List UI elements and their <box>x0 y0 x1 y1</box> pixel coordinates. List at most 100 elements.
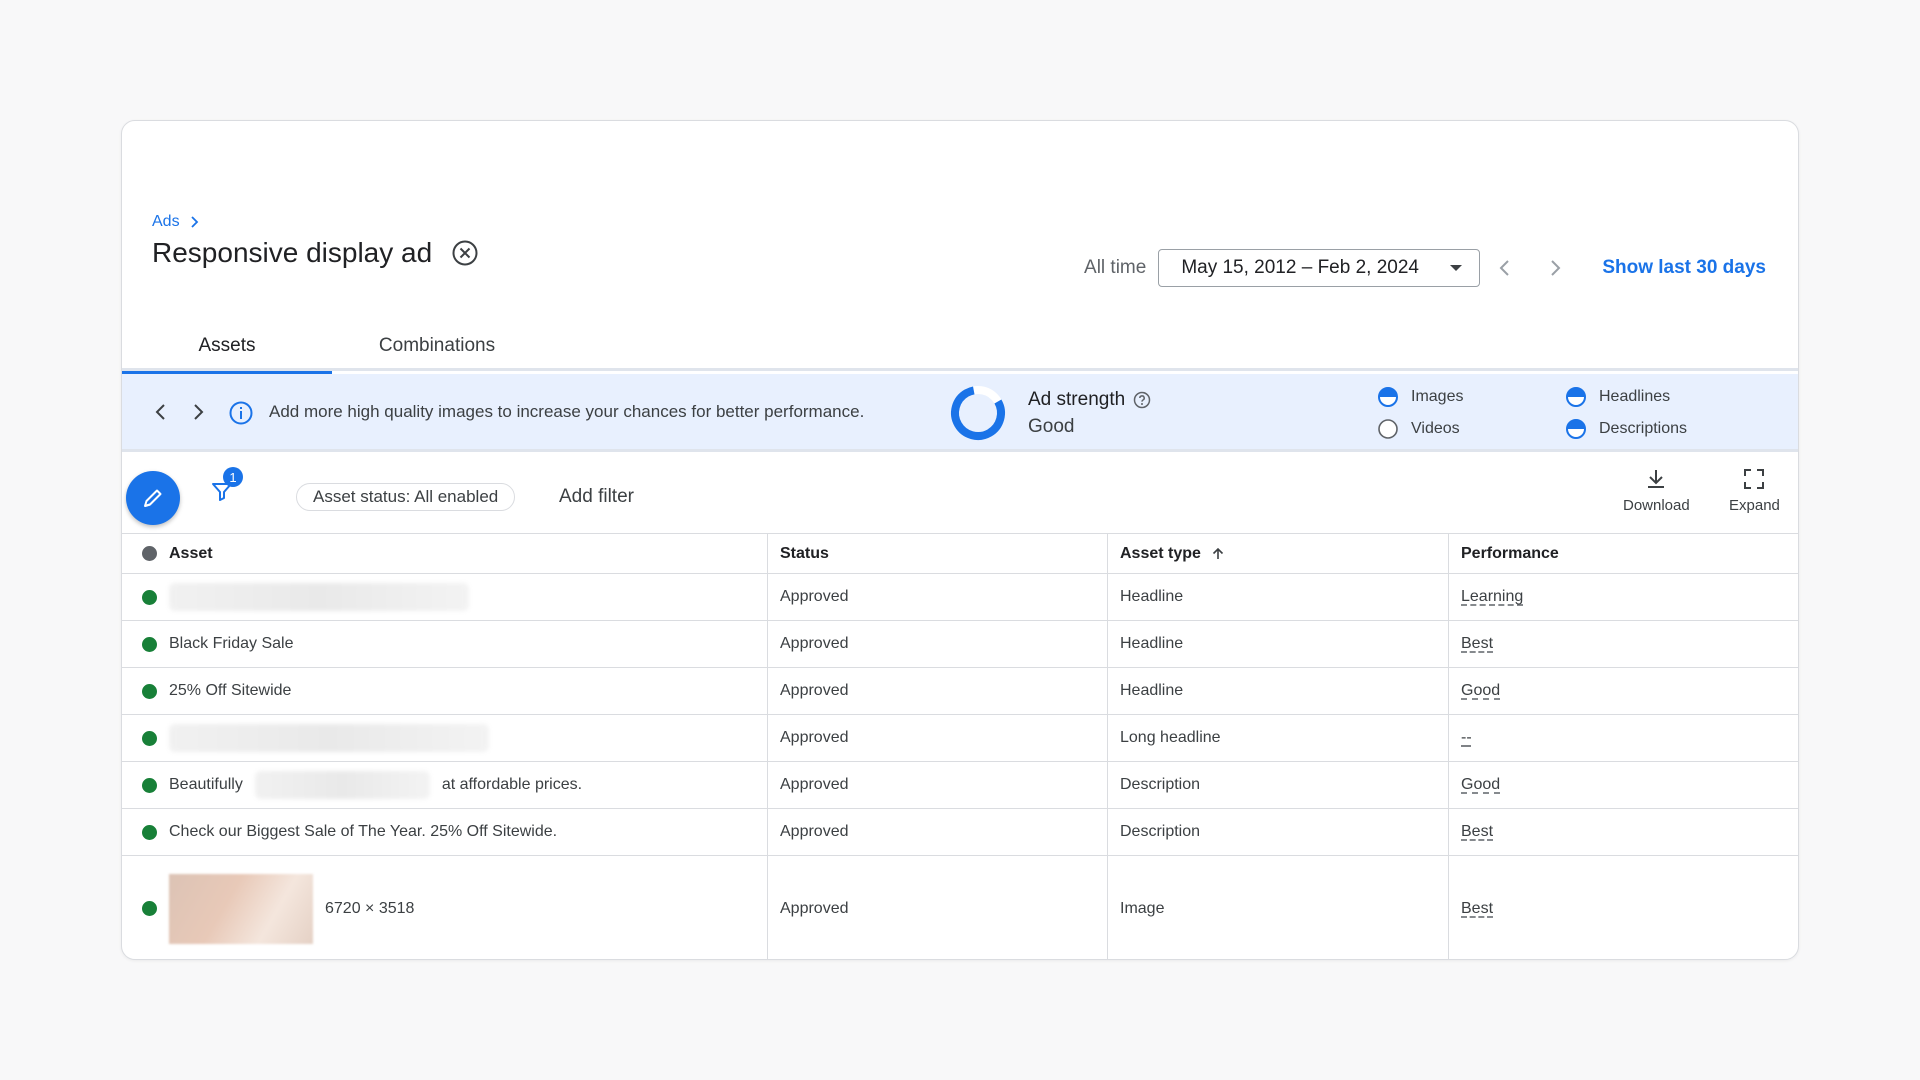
asset-type-cell: Headline <box>1108 574 1449 620</box>
status-dot <box>142 683 157 699</box>
ad-strength-heading: Ad strength <box>1028 389 1151 411</box>
column-header-asset-type[interactable]: Asset type <box>1108 534 1449 573</box>
asset-type-cell: Image <box>1108 856 1449 959</box>
breadcrumb-ads-link[interactable]: Ads <box>152 213 180 231</box>
asset-status-filter-chip[interactable]: Asset status: All enabled <box>296 483 516 511</box>
download-button[interactable]: Download <box>1623 467 1690 514</box>
performance-cell: Learning <box>1449 574 1798 620</box>
legend-images: Images <box>1377 386 1463 408</box>
ad-strength-value: Good <box>1028 416 1075 437</box>
help-icon[interactable] <box>1133 391 1151 409</box>
asset-cell: Beautifully at affordable prices. <box>122 762 768 808</box>
performance-label[interactable]: Good <box>1461 776 1500 794</box>
half-filled-circle-icon <box>1566 387 1586 407</box>
asset-type-cell: Long headline <box>1108 715 1449 761</box>
performance-label[interactable]: -- <box>1461 729 1472 747</box>
half-filled-circle-icon <box>1566 419 1586 439</box>
status-cell: Approved <box>768 809 1108 855</box>
table-row[interactable]: 25% Off Sitewide Approved Headline Good <box>122 667 1798 714</box>
image-dimensions: 6720 × 3518 <box>325 899 415 917</box>
download-label: Download <box>1623 497 1690 514</box>
status-dot <box>142 589 157 605</box>
pencil-icon <box>144 489 162 507</box>
table-row[interactable]: Black Friday Sale Approved Headline Best <box>122 620 1798 667</box>
status-cell: Approved <box>768 621 1108 667</box>
expand-button[interactable]: Expand <box>1729 467 1780 514</box>
date-range-controls: All time May 15, 2012 – Feb 2, 2024 Show… <box>1084 249 1766 287</box>
table-row[interactable]: Beautifully at affordable prices. Approv… <box>122 761 1798 808</box>
edit-button[interactable] <box>126 471 180 525</box>
asset-type-cell: Description <box>1108 809 1449 855</box>
asset-text: Check our Biggest Sale of The Year. 25% … <box>169 823 558 840</box>
asset-type-cell: Headline <box>1108 621 1449 667</box>
performance-cell: Good <box>1449 762 1798 808</box>
date-range-select[interactable]: May 15, 2012 – Feb 2, 2024 <box>1158 249 1481 287</box>
column-header-status[interactable]: Status <box>768 534 1108 573</box>
status-dot <box>142 730 157 746</box>
asset-cell: 25% Off Sitewide <box>122 668 768 714</box>
status-cell: Approved <box>768 574 1108 620</box>
asset-text: 25% Off Sitewide <box>169 682 292 699</box>
table-row[interactable]: 6720 × 3518 Approved Image Best <box>122 855 1798 959</box>
redacted-asset-text <box>169 724 489 752</box>
next-period-button[interactable] <box>1530 257 1580 279</box>
close-icon[interactable] <box>450 238 480 268</box>
status-dot <box>142 901 157 916</box>
status-cell: Approved <box>768 856 1108 959</box>
performance-cell: Best <box>1449 621 1798 667</box>
sort-ascending-icon <box>1212 547 1223 559</box>
status-cell: Approved <box>768 762 1108 808</box>
legend-label: Images <box>1411 388 1464 405</box>
status-cell: Approved <box>768 668 1108 714</box>
legend-descriptions: Descriptions <box>1565 418 1687 440</box>
banner-previous-button[interactable] <box>150 401 172 423</box>
expand-label: Expand <box>1729 497 1780 514</box>
asset-text-suffix: at affordable prices. <box>441 776 583 793</box>
performance-cell: Best <box>1449 856 1798 959</box>
asset-text: Black Friday Sale <box>169 635 294 652</box>
legend-label: Descriptions <box>1599 420 1688 437</box>
dropdown-arrow-icon <box>1450 265 1463 271</box>
status-cell: Approved <box>768 715 1108 761</box>
performance-cell: Best <box>1449 809 1798 855</box>
chevron-right-icon <box>1551 260 1561 276</box>
tab-assets[interactable]: Assets <box>122 321 332 374</box>
column-header-performance[interactable]: Performance <box>1449 534 1798 573</box>
asset-text-prefix: Beautifully <box>169 776 243 793</box>
column-header-asset[interactable]: Asset <box>122 534 768 573</box>
performance-label[interactable]: Learning <box>1461 588 1523 606</box>
empty-circle-icon <box>1378 419 1398 439</box>
performance-label[interactable]: Best <box>1461 900 1493 918</box>
performance-label[interactable]: Good <box>1461 682 1500 700</box>
download-icon <box>1648 470 1665 488</box>
performance-label[interactable]: Best <box>1461 635 1493 653</box>
chevron-left-icon <box>155 404 165 420</box>
table-row[interactable]: Check our Biggest Sale of The Year. 25% … <box>122 808 1798 855</box>
table-row[interactable]: Approved Long headline -- <box>122 714 1798 761</box>
banner-next-button[interactable] <box>187 401 209 423</box>
image-thumbnail[interactable] <box>169 873 313 944</box>
page-title: Responsive display ad <box>152 237 433 268</box>
ad-strength-donut <box>949 384 1007 442</box>
asset-cell: Check our Biggest Sale of The Year. 25% … <box>122 809 768 855</box>
redacted-asset-text <box>254 771 430 799</box>
show-last-30-days-link[interactable]: Show last 30 days <box>1602 257 1766 279</box>
table-row[interactable]: Approved Headline Learning <box>122 573 1798 620</box>
chevron-left-icon <box>1499 260 1510 276</box>
breadcrumb: Ads <box>152 213 202 231</box>
filter-count-badge: 1 <box>223 467 243 487</box>
asset-cell: 6720 × 3518 <box>122 856 768 959</box>
info-icon <box>228 400 254 431</box>
status-dot <box>142 824 157 840</box>
banner-message: Add more high quality images to increase… <box>269 402 865 421</box>
add-filter-button[interactable]: Add filter <box>559 486 634 508</box>
previous-period-button[interactable] <box>1480 257 1530 279</box>
tab-bar: Assets Combinations <box>122 321 1798 374</box>
legend-label: Videos <box>1411 420 1460 437</box>
performance-label[interactable]: Best <box>1461 823 1493 841</box>
ad-strength-label: Ad strength <box>1028 389 1126 410</box>
performance-cell: -- <box>1449 715 1798 761</box>
tab-combinations[interactable]: Combinations <box>332 321 542 371</box>
column-header-label: Asset type <box>1120 544 1201 562</box>
recommendation-banner: Add more high quality images to increase… <box>122 374 1798 452</box>
